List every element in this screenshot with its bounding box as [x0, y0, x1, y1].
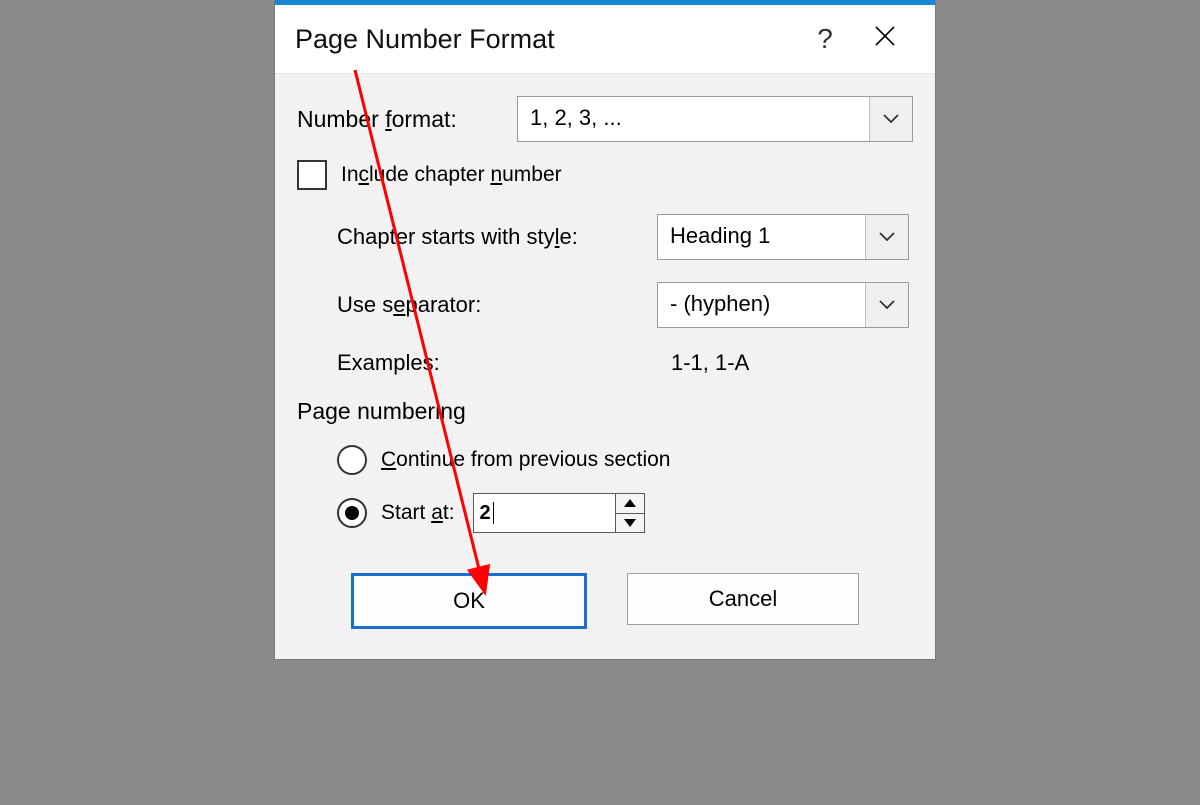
page-number-format-dialog: Page Number Format ? Number format: 1, 2… [275, 0, 935, 659]
number-format-dropdown[interactable]: 1, 2, 3, ... [517, 96, 913, 142]
separator-row: Use separator: - (hyphen) [337, 282, 913, 328]
separator-label: Use separator: [337, 292, 657, 318]
chevron-down-icon [865, 283, 908, 327]
separator-value: - (hyphen) [658, 283, 865, 327]
dialog-body: Number format: 1, 2, 3, ... Include chap… [275, 74, 935, 659]
chapter-style-dropdown[interactable]: Heading 1 [657, 214, 909, 260]
triangle-up-icon [624, 499, 636, 507]
number-format-label: Number format: [297, 106, 517, 133]
chapter-style-row: Chapter starts with style: Heading 1 [337, 214, 913, 260]
button-row: OK Cancel [297, 573, 913, 629]
number-format-row: Number format: 1, 2, 3, ... [297, 96, 913, 142]
chevron-down-icon [865, 215, 908, 259]
start-at-label: Start at: [381, 501, 455, 525]
titlebar: Page Number Format ? [275, 5, 935, 74]
continue-previous-option[interactable]: Continue from previous section [337, 445, 913, 475]
separator-dropdown[interactable]: - (hyphen) [657, 282, 909, 328]
spinner-up-button[interactable] [616, 494, 644, 514]
close-button[interactable] [855, 25, 915, 53]
include-chapter-number-label: Include chapter number [341, 163, 562, 187]
start-at-radio[interactable] [337, 498, 367, 528]
number-format-value: 1, 2, 3, ... [518, 97, 869, 141]
examples-label: Examples: [337, 350, 657, 376]
include-chapter-number-checkbox[interactable] [297, 160, 327, 190]
chapter-style-label: Chapter starts with style: [337, 224, 657, 250]
close-icon [874, 25, 896, 47]
continue-previous-radio[interactable] [337, 445, 367, 475]
examples-value: 1-1, 1-A [657, 350, 749, 376]
continue-previous-label: Continue from previous section [381, 448, 670, 472]
cancel-button[interactable]: Cancel [627, 573, 859, 625]
start-at-value[interactable]: 2 [474, 494, 615, 532]
examples-row: Examples: 1-1, 1-A [337, 350, 913, 376]
start-at-option[interactable]: Start at: 2 [337, 493, 913, 533]
chevron-down-icon [869, 97, 912, 141]
help-button[interactable]: ? [795, 23, 855, 55]
start-at-spinner[interactable]: 2 [473, 493, 645, 533]
text-cursor [493, 502, 494, 524]
ok-button[interactable]: OK [351, 573, 587, 629]
chapter-style-value: Heading 1 [658, 215, 865, 259]
triangle-down-icon [624, 519, 636, 527]
spinner-arrows [615, 494, 644, 532]
spinner-down-button[interactable] [616, 514, 644, 533]
dialog-title: Page Number Format [295, 24, 795, 55]
include-chapter-number-row[interactable]: Include chapter number [297, 160, 913, 190]
page-numbering-heading: Page numbering [297, 398, 913, 425]
